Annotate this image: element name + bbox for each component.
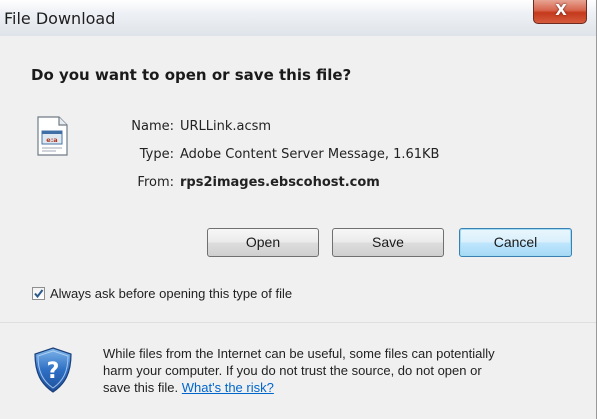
warning-line-1: While files from the Internet can be use… (103, 346, 495, 361)
file-download-dialog: File Download X Do you want to open or s… (0, 0, 597, 419)
type-row: Type: Adobe Content Server Message, 1.61… (0, 147, 596, 167)
warning-line-2: harm your computer. If you do not trust … (103, 363, 482, 378)
warning-panel: ? While files from the Internet can be u… (0, 322, 596, 419)
svg-text:?: ? (47, 359, 60, 384)
warning-line-3: save this file. What's the risk? (103, 379, 583, 396)
close-button[interactable]: X (533, 0, 587, 24)
from-value: rps2images.ebscohost.com (180, 175, 380, 190)
checkmark-icon (34, 289, 44, 299)
type-label: Type: (139, 147, 174, 162)
open-button[interactable]: Open (207, 228, 319, 257)
type-value: Adobe Content Server Message, 1.61KB (180, 147, 440, 162)
whats-the-risk-link[interactable]: What's the risk? (182, 380, 274, 395)
close-icon: X (555, 1, 567, 19)
cancel-button[interactable]: Cancel (459, 228, 572, 257)
always-ask-checkbox[interactable] (32, 287, 45, 300)
name-row: Name: URLLink.acsm (0, 119, 596, 139)
from-label: From: (137, 175, 174, 190)
dialog-content: Do you want to open or save this file? e… (0, 36, 596, 322)
shield-question-icon: ? (34, 347, 72, 393)
window-title: File Download (4, 9, 116, 28)
name-value: URLLink.acsm (180, 119, 272, 134)
name-label: Name: (131, 119, 174, 134)
dialog-question: Do you want to open or save this file? (31, 66, 352, 84)
from-row: From: rps2images.ebscohost.com (0, 175, 596, 195)
save-button[interactable]: Save (332, 228, 444, 257)
warning-text: While files from the Internet can be use… (103, 345, 583, 396)
warning-line-3-text: save this file. (103, 380, 179, 395)
title-bar[interactable]: File Download X (0, 0, 596, 36)
always-ask-label[interactable]: Always ask before opening this type of f… (50, 286, 292, 301)
